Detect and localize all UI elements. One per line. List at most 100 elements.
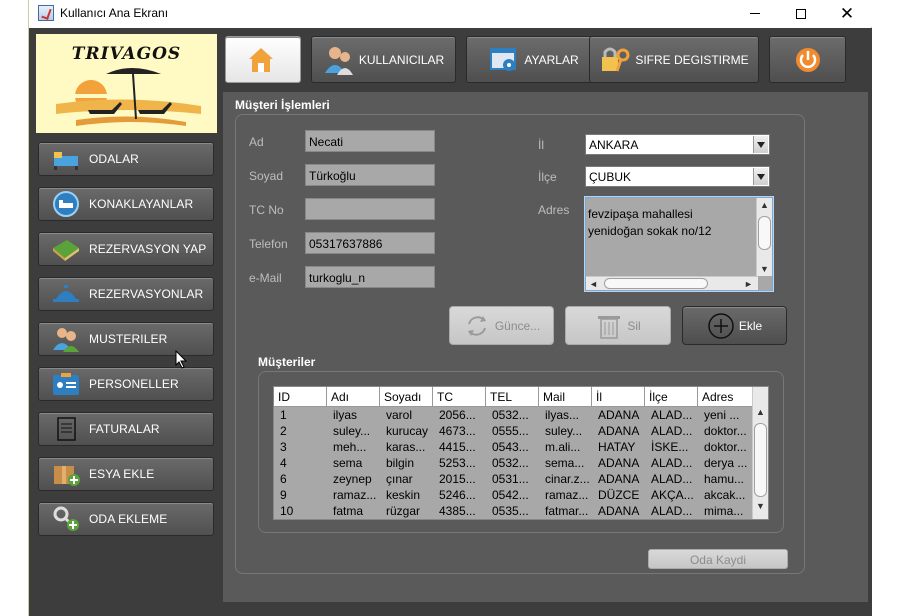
sidebar-item-label: PERSONELLER <box>89 377 179 391</box>
sidebar-item-label: REZERVASYON YAP <box>89 242 207 256</box>
add-icon <box>707 312 735 340</box>
table-row[interactable]: 9 ramaz... keskin 5246... 0542... ramaz... DÜZ… <box>274 487 754 503</box>
update-button-label: Günce... <box>494 318 541 333</box>
adres-textarea[interactable]: fevzipaşa mahallesi yenidoğan sokak no/1… <box>585 197 773 291</box>
table-row[interactable]: 6 zeynep çınar 2015... 0531... cinar.z... ADAN… <box>274 471 754 487</box>
table-cell: ADANA <box>598 504 640 518</box>
table-row[interactable]: 2 suley... kurucay 4673... 0555... suley... AD… <box>274 423 754 439</box>
table-cell: yeni ... <box>704 408 740 422</box>
scrollbar-thumb[interactable] <box>758 216 771 250</box>
scroll-up-icon[interactable]: ▲ <box>760 200 769 210</box>
table-cell: sema <box>333 456 363 470</box>
table-cell: ALAD... <box>651 456 693 470</box>
sidebar-item-personeller[interactable]: PERSONELLER <box>38 367 214 401</box>
table-cell: karas... <box>386 440 426 454</box>
scrollbar-thumb[interactable] <box>604 278 708 289</box>
sidebar-item-konaklayanlar[interactable]: KONAKLAYANLAR <box>38 187 214 221</box>
table-cell: 2015... <box>439 472 476 486</box>
column-header[interactable]: Adres <box>698 387 754 407</box>
adres-horizontal-scrollbar[interactable]: ◄ ► <box>586 276 758 290</box>
sidebar-item-rezervasyon-yap[interactable]: REZERVASYON YAP <box>38 232 214 266</box>
users-button[interactable]: KULLANICILAR <box>311 36 456 83</box>
sidebar-item-rezervasyonlar[interactable]: REZERVASYONLAR <box>38 277 214 311</box>
table-cell: suley... <box>545 424 583 438</box>
table-row[interactable]: 4 sema bilgin 5253... 0532... sema... ADANA ALA… <box>274 455 754 471</box>
scroll-right-icon[interactable]: ► <box>744 279 753 289</box>
customers-table[interactable]: ID Adı Soyadı TC TEL Mail İl İlçe Adres … <box>273 386 769 520</box>
table-row[interactable]: 3 meh... karas... 4415... 0543... m.ali... HAT… <box>274 439 754 455</box>
il-select[interactable]: ANKARA <box>585 134 770 155</box>
scroll-down-icon[interactable]: ▼ <box>756 501 765 511</box>
label-email: e-Mail <box>249 271 282 285</box>
adres-vertical-scrollbar[interactable]: ▲ ▼ <box>756 198 772 276</box>
sidebar-item-faturalar[interactable]: FATURALAR <box>38 412 214 446</box>
column-header[interactable]: Soyadı <box>380 387 433 407</box>
table-vertical-scrollbar[interactable]: ▲ ▼ <box>752 387 768 519</box>
ad-field[interactable]: Necati <box>305 130 435 152</box>
update-button[interactable]: Günce... <box>449 306 554 345</box>
home-button[interactable] <box>225 36 301 83</box>
beach-illustration <box>36 68 217 126</box>
refresh-icon <box>463 312 491 340</box>
column-header[interactable]: Adı <box>327 387 380 407</box>
trash-icon <box>595 312 623 340</box>
column-header[interactable]: ID <box>274 387 327 407</box>
table-cell: kurucay <box>386 424 429 438</box>
sidebar-item-odalar[interactable]: ODALAR <box>38 142 214 176</box>
table-cell: rüzgar <box>386 504 421 518</box>
change-password-button[interactable]: SIFRE DEGISTIRME <box>589 36 759 83</box>
column-header[interactable]: Mail <box>539 387 592 407</box>
table-cell: ADANA <box>598 456 640 470</box>
table-cell: 0532... <box>492 456 529 470</box>
minimize-button[interactable] <box>732 0 778 27</box>
table-cell: ilyas... <box>545 408 580 422</box>
table-cell: zeynep <box>333 472 372 486</box>
sidebar-item-oda-ekleme[interactable]: ODA EKLEME <box>38 502 214 536</box>
ilce-select[interactable]: ÇUBUK <box>585 166 770 187</box>
table-cell: 4415... <box>439 440 476 454</box>
sidebar-item-label: FATURALAR <box>89 422 160 436</box>
sidebar-item-esya-ekle[interactable]: ESYA EKLE <box>38 457 214 491</box>
power-button[interactable] <box>769 36 846 83</box>
table-cell: 6 <box>280 472 287 486</box>
chevron-down-icon[interactable] <box>753 168 768 185</box>
scrollbar-thumb[interactable] <box>754 423 767 497</box>
scroll-left-icon[interactable]: ◄ <box>589 279 598 289</box>
main-content: TRIVAGOS ODALAR KONAKLAYANLAR REZERVASYO… <box>29 28 872 616</box>
tc-field[interactable] <box>305 198 435 220</box>
telefon-field[interactable]: 05317637886 <box>305 232 435 254</box>
table-cell: suley... <box>333 424 371 438</box>
table-cell: hamu... <box>704 472 745 486</box>
column-header[interactable]: TEL <box>486 387 539 407</box>
table-row[interactable]: 1 ilyas varol 2056... 0532... ilyas... ADANA AL… <box>274 407 754 423</box>
column-header[interactable]: İlçe <box>645 387 698 407</box>
email-field[interactable]: turkoglu_n <box>305 266 435 288</box>
service-bell-icon <box>51 281 81 307</box>
scroll-up-icon[interactable]: ▲ <box>756 407 765 417</box>
guest-bed-icon <box>51 191 81 217</box>
label-il: İl <box>538 138 544 152</box>
power-icon <box>792 45 824 75</box>
table-cell: ADANA <box>598 408 640 422</box>
scroll-down-icon[interactable]: ▼ <box>760 264 769 274</box>
table-cell: varol <box>386 408 413 422</box>
adres-text: fevzipaşa mahallesi yenidoğan sokak no/1… <box>588 207 712 238</box>
chevron-down-icon[interactable] <box>753 136 768 153</box>
column-header[interactable]: İl <box>592 387 645 407</box>
table-header: ID Adı Soyadı TC TEL Mail İl İlçe Adres <box>274 387 754 407</box>
add-button[interactable]: Ekle <box>682 306 787 345</box>
maximize-button[interactable] <box>778 0 824 27</box>
close-button[interactable]: ✕ <box>824 0 870 27</box>
table-cell: ilyas <box>333 408 358 422</box>
delete-button[interactable]: Sil <box>565 306 671 345</box>
column-header[interactable]: TC <box>433 387 486 407</box>
table-cell: ALAD... <box>651 472 693 486</box>
table-body: 1 ilyas varol 2056... 0532... ilyas... ADANA AL… <box>274 407 754 519</box>
table-row[interactable]: 10 fatma rüzgar 4385... 0535... fatmar... ADAN… <box>274 503 754 519</box>
java-app-icon <box>38 5 54 21</box>
settings-button[interactable]: AYARLAR <box>466 36 601 83</box>
soyad-field[interactable]: Türkoğlu <box>305 164 435 186</box>
room-record-button[interactable]: Oda Kaydi <box>648 549 788 569</box>
customer-operations-title: Müşteri İşlemleri <box>235 98 330 112</box>
table-cell: İSKE... <box>651 440 689 454</box>
